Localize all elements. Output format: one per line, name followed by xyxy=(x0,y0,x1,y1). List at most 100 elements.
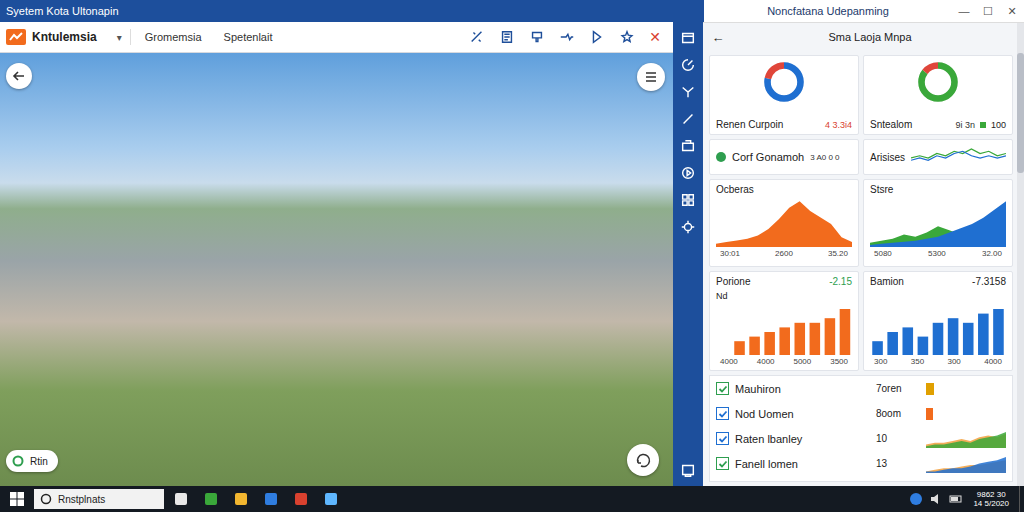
dashboard-tile[interactable]: Arisises xyxy=(863,139,1013,175)
window-control-button[interactable]: ✕ xyxy=(1000,0,1024,22)
tick-label: 30:01 xyxy=(720,249,740,258)
status-icon xyxy=(12,455,24,467)
dashboard-tile[interactable]: Corf Gonamoh 3 A0 0 0 xyxy=(709,139,859,175)
checkbox[interactable] xyxy=(716,432,729,445)
logo-icon xyxy=(6,29,26,45)
taskbar-app[interactable] xyxy=(318,486,344,512)
bar-chart xyxy=(732,307,852,355)
tool-button[interactable] xyxy=(525,25,549,49)
status-dot xyxy=(716,152,726,162)
rotate-icon xyxy=(634,451,652,469)
tool-button[interactable] xyxy=(585,25,609,49)
taskbar-search[interactable]: Rnstplnats xyxy=(34,489,164,509)
app-icon xyxy=(203,491,219,507)
tick-label: 300 xyxy=(874,357,887,366)
row-label: Mauhiron xyxy=(735,383,870,395)
status-pill[interactable]: Rtin xyxy=(6,450,58,472)
sidebar-button[interactable] xyxy=(675,215,701,239)
back-button[interactable] xyxy=(6,63,32,89)
bar xyxy=(764,332,775,355)
checkbox[interactable] xyxy=(716,407,729,420)
sidebar-button[interactable] xyxy=(675,26,701,50)
sidebar-button[interactable] xyxy=(675,80,701,104)
window-controls: —☐✕ xyxy=(952,0,1024,22)
city-3d-view[interactable]: Rtin xyxy=(0,53,673,486)
sidebar-button[interactable] xyxy=(675,107,701,131)
checkbox[interactable] xyxy=(716,382,729,395)
icon-sidebar xyxy=(673,22,703,486)
view-tool-button[interactable] xyxy=(627,444,659,476)
tile-value: 3 A0 0 0 xyxy=(810,153,839,162)
checkbox[interactable] xyxy=(716,457,729,470)
sidebar-button[interactable] xyxy=(675,53,701,77)
item-list: Mauhiron 7oren Nod Uomen 8oom Raten lban… xyxy=(709,375,1013,482)
tool-icon xyxy=(619,29,635,45)
bar xyxy=(872,341,883,355)
window-title: Syetem Kota Ultonapin xyxy=(0,0,703,22)
app-menu[interactable]: Kntulemsia ▾ xyxy=(6,29,131,45)
show-desktop-button[interactable] xyxy=(1019,486,1024,512)
check-icon xyxy=(718,409,728,419)
gauge-footer: Sntealom 9i 3n 100 xyxy=(870,119,1006,130)
tool-button[interactable] xyxy=(555,25,579,49)
tile-header: Bamion -7.3158 xyxy=(870,276,1006,287)
bar xyxy=(779,327,790,355)
tick-label: 2600 xyxy=(775,249,793,258)
close-button[interactable]: ✕ xyxy=(645,29,665,45)
scrollbar-thumb[interactable] xyxy=(1017,53,1024,173)
check-icon xyxy=(718,434,728,444)
right-title-area: Noncfatana Udepanming —☐✕ xyxy=(703,0,1024,22)
toolbar-tab[interactable]: Spetenlait xyxy=(216,28,281,46)
window-control-button[interactable]: ☐ xyxy=(976,0,1000,22)
tile-extra: 100 xyxy=(991,120,1006,130)
row-area-chart xyxy=(926,430,1006,448)
sidebar-button[interactable] xyxy=(675,188,701,212)
taskbar-app[interactable] xyxy=(288,486,314,512)
dashboard-tile[interactable]: Stsre 5080530032.00 xyxy=(863,179,1013,267)
taskbar-app[interactable] xyxy=(198,486,224,512)
row-meter xyxy=(926,383,996,395)
donut-chart xyxy=(916,60,960,104)
right-window-title: Noncfatana Udepanming xyxy=(704,5,952,17)
taskbar-app[interactable] xyxy=(258,486,284,512)
window-control-button[interactable]: — xyxy=(952,0,976,22)
tile-value: -7.3158 xyxy=(972,276,1006,287)
row-value: 8oom xyxy=(876,408,920,419)
clock[interactable]: 9862 30 14 5/2020 xyxy=(967,490,1015,508)
tool-button[interactable] xyxy=(615,25,639,49)
bar xyxy=(887,332,898,355)
hamburger-icon xyxy=(644,70,658,84)
tile-label: Corf Gonamoh xyxy=(732,151,804,163)
tool-button[interactable] xyxy=(465,25,489,49)
panel-back-button[interactable]: ← xyxy=(709,30,727,45)
scrollbar[interactable] xyxy=(1017,23,1024,486)
dashboard-tile[interactable]: Renen Curpoin 4 3.3i4 xyxy=(709,55,859,135)
tile-label: Sntealom xyxy=(870,119,950,130)
row-meter-fill xyxy=(926,408,933,420)
menu-button[interactable] xyxy=(637,63,665,91)
bar-chart-area: Nd xyxy=(716,291,852,355)
row-label: Nod Uomen xyxy=(735,408,870,420)
row-chart xyxy=(926,380,1006,398)
tick-label: 350 xyxy=(911,357,924,366)
panel-header: ← Sma Laoja Mnpa xyxy=(709,23,1013,51)
toolbar-tab[interactable]: Gromemsia xyxy=(137,28,210,46)
list-row[interactable]: Raten lbanley 10 xyxy=(710,426,1012,451)
gauge-footer: Renen Curpoin 4 3.3i4 xyxy=(716,119,852,130)
taskbar-app[interactable] xyxy=(228,486,254,512)
list-row[interactable]: Nod Uomen 8oom xyxy=(710,401,1012,426)
sidebar-icon xyxy=(680,192,696,208)
dashboard-tile[interactable]: Ocberas 30:01260035.20 xyxy=(709,179,859,267)
dashboard-tile[interactable]: Sntealom 9i 3n 100 xyxy=(863,55,1013,135)
sidebar-button[interactable] xyxy=(675,134,701,158)
dashboard-tile[interactable]: Porione -2.15 Nd 4000400050003500 xyxy=(709,271,859,371)
taskbar-app[interactable] xyxy=(168,486,194,512)
start-button[interactable] xyxy=(4,486,30,512)
device-icon xyxy=(680,462,696,478)
sidebar-button[interactable] xyxy=(675,458,701,482)
list-row[interactable]: Mauhiron 7oren xyxy=(710,376,1012,401)
tool-button[interactable] xyxy=(495,25,519,49)
sidebar-button[interactable] xyxy=(675,161,701,185)
dashboard-tile[interactable]: Bamion -7.3158 3003503004000 xyxy=(863,271,1013,371)
list-row[interactable]: Fanell lomen 13 xyxy=(710,451,1012,476)
